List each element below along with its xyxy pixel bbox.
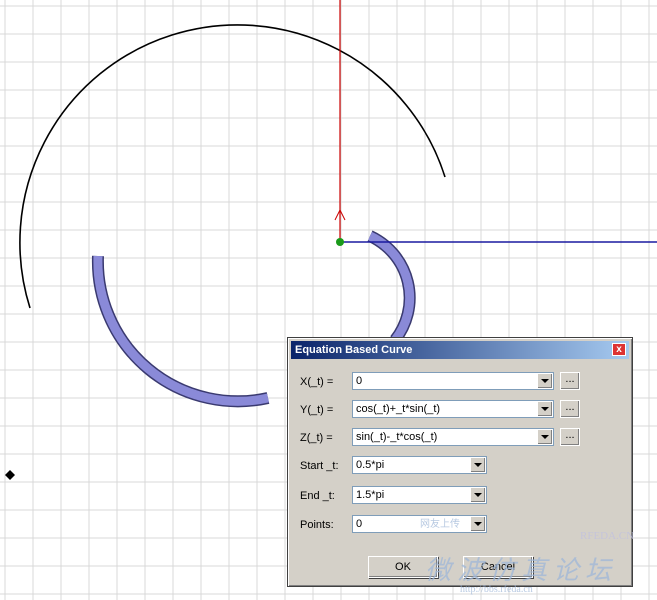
origin-point[interactable] [336, 238, 344, 246]
chevron-down-icon[interactable] [537, 430, 552, 444]
helix-tube [93, 255, 269, 406]
chevron-down-icon[interactable] [470, 488, 485, 502]
field-value: cos(_t)+_t*sin(_t) [356, 403, 441, 415]
dialog-title: Equation Based Curve [295, 344, 413, 356]
field-label: X(_t) = [300, 376, 334, 388]
chevron-down-icon[interactable] [470, 458, 485, 472]
close-icon: x [616, 344, 622, 355]
field-label: Y(_t) = [300, 404, 334, 416]
field-label: Points: [300, 519, 334, 531]
field-value: 0.5*pi [356, 459, 385, 471]
watermark-brand: RFEDA.CN [580, 530, 635, 542]
watermark-small-text: 网友上传 [420, 519, 460, 530]
diamond-marker [5, 470, 15, 480]
x-input[interactable]: 0 [352, 372, 554, 390]
field-label: Start _t: [300, 460, 339, 472]
helix-tube-outline [91, 255, 270, 408]
field-value: 0 [356, 518, 363, 530]
field-value: 1.5*pi [356, 489, 385, 501]
chevron-down-icon[interactable] [537, 402, 552, 416]
y-ellipsis-button[interactable]: ... [560, 400, 580, 418]
z-ellipsis-button[interactable]: ... [560, 428, 580, 446]
field-label: End _t: [300, 490, 335, 502]
z-input[interactable]: sin(_t)-_t*cos(_t) [352, 428, 554, 446]
field-value: 0 [356, 375, 363, 387]
watermark-cn-text: 微波仿真论坛 [425, 556, 618, 585]
field-value: sin(_t)-_t*cos(_t) [356, 431, 438, 443]
start-t-input[interactable]: 0.5*pi [352, 456, 487, 474]
x-ellipsis-button[interactable]: ... [560, 372, 580, 390]
dialog-titlebar[interactable]: Equation Based Curve x [291, 341, 629, 359]
curve-arc [19, 24, 446, 309]
y-input[interactable]: cos(_t)+_t*sin(_t) [352, 400, 554, 418]
chevron-down-icon[interactable] [537, 374, 552, 388]
field-label: Z(_t) = [300, 432, 333, 444]
close-button[interactable]: x [612, 343, 626, 356]
watermark-url: http://bbs.rfeda.cn [460, 584, 533, 595]
end-t-input[interactable]: 1.5*pi [352, 486, 487, 504]
chevron-down-icon[interactable] [470, 517, 485, 531]
